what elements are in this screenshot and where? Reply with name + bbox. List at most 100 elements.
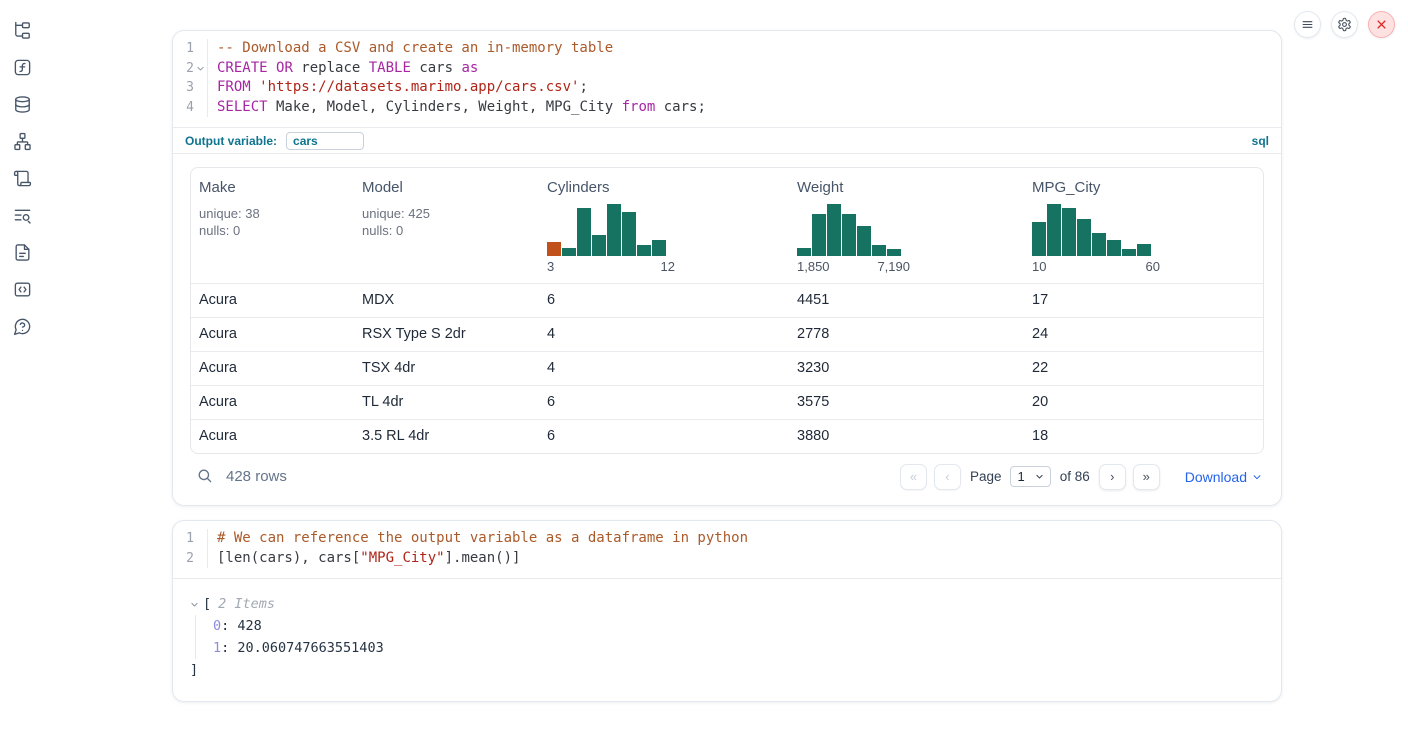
pagination-controls: « ‹ Page 1 of 86 › » Download <box>900 464 1262 490</box>
function-icon <box>13 58 32 77</box>
table-row[interactable]: Acura3.5 RL 4dr6388018 <box>191 419 1263 453</box>
code-line[interactable]: 1 -- Download a CSV and create an in-mem… <box>173 39 1281 59</box>
table-cell: 2778 <box>789 318 1024 351</box>
line-number: 4 <box>173 98 207 118</box>
table-cell: RSX Type S 2dr <box>354 318 539 351</box>
histogram-bar <box>827 204 841 256</box>
column-header-make[interactable]: Makeunique: 38nulls: 0 <box>191 179 354 274</box>
list-item: 0: 428 <box>213 615 1281 637</box>
scroll-icon <box>13 169 32 188</box>
code-line[interactable]: 3 FROM 'https://datasets.marimo.app/cars… <box>173 78 1281 98</box>
search-icon[interactable] <box>195 467 215 487</box>
table-cell: 4 <box>539 352 789 385</box>
row-count-label: 428 rows <box>226 468 287 485</box>
line-number: 3 <box>173 78 207 98</box>
column-title: MPG_City <box>1032 179 1100 196</box>
histogram-axis: 1,8507,190 <box>797 259 910 274</box>
sidebar-item-snippets[interactable] <box>12 280 32 300</box>
table-cell: Acura <box>191 420 354 453</box>
code-line[interactable]: 2 [len(cars), cars["MPG_City"].mean()] <box>173 549 1281 569</box>
page-total-label: of 86 <box>1060 469 1090 484</box>
column-header-weight[interactable]: Weight 1,8507,190 <box>789 179 1024 274</box>
table-row[interactable]: AcuraMDX6445117 <box>191 283 1263 317</box>
table-row[interactable]: AcuraTSX 4dr4323022 <box>191 351 1263 385</box>
close-button[interactable] <box>1368 11 1395 38</box>
close-icon <box>1374 17 1389 32</box>
column-title: Make <box>199 179 236 196</box>
cars-data-table: Makeunique: 38nulls: 0 Modelunique: 425n… <box>190 167 1264 454</box>
python-code-editor[interactable]: 1 # We can reference the output variable… <box>173 521 1281 578</box>
page-label: Page <box>970 469 1002 484</box>
histogram-bar <box>652 240 666 256</box>
code-box-icon <box>13 280 32 299</box>
column-header-mpg_city[interactable]: MPG_City 1060 <box>1024 179 1263 274</box>
sidebar-item-dependencies[interactable] <box>12 132 32 152</box>
table-header-row: Makeunique: 38nulls: 0 Modelunique: 425n… <box>191 168 1263 283</box>
sidebar-item-help[interactable] <box>12 317 32 337</box>
table-cell: MDX <box>354 284 539 317</box>
first-page-button[interactable]: « <box>900 464 927 490</box>
table-row[interactable]: AcuraTL 4dr6357520 <box>191 385 1263 419</box>
column-histogram[interactable] <box>547 204 666 256</box>
code-line[interactable]: 4 SELECT Make, Model, Cylinders, Weight,… <box>173 98 1281 118</box>
histogram-bar <box>887 249 901 256</box>
menu-button[interactable] <box>1294 11 1321 38</box>
histogram-bar <box>607 204 621 256</box>
column-histogram[interactable] <box>797 204 901 256</box>
histogram-bar <box>577 208 591 256</box>
table-cell: Acura <box>191 318 354 351</box>
next-page-button[interactable]: › <box>1099 464 1126 490</box>
sidebar-item-variables[interactable] <box>12 58 32 78</box>
list-search-icon <box>13 206 32 225</box>
table-row[interactable]: AcuraRSX Type S 2dr4277824 <box>191 317 1263 351</box>
chevron-down-icon <box>1252 472 1262 482</box>
notebook-actions-toolbar <box>1294 11 1395 38</box>
python-cell: 1 # We can reference the output variable… <box>172 520 1282 702</box>
line-number: 2 <box>173 549 207 569</box>
column-title: Cylinders <box>547 179 610 196</box>
database-icon <box>13 95 32 114</box>
output-variable-row: Output variable: sql <box>173 127 1281 154</box>
histogram-bar <box>637 245 651 256</box>
histogram-bar <box>842 214 856 256</box>
histogram-bar <box>1107 240 1121 256</box>
histogram-bar <box>562 248 576 256</box>
download-button[interactable]: Download <box>1185 469 1262 485</box>
help-icon <box>13 317 32 336</box>
table-cell: Acura <box>191 284 354 317</box>
histogram-axis: 312 <box>547 259 675 274</box>
sidebar-item-logs[interactable] <box>12 206 32 226</box>
settings-button[interactable] <box>1331 11 1358 38</box>
histogram-bar <box>622 212 636 256</box>
language-badge-sql[interactable]: sql <box>1252 134 1269 148</box>
table-cell: Acura <box>191 386 354 419</box>
sql-code-editor[interactable]: 1 -- Download a CSV and create an in-mem… <box>173 31 1281 127</box>
table-cell: TSX 4dr <box>354 352 539 385</box>
histogram-bar <box>1077 219 1091 256</box>
page-number-select[interactable]: 1 <box>1010 466 1050 487</box>
code-line[interactable]: 2 CREATE OR replace TABLE cars as <box>173 59 1281 79</box>
column-header-model[interactable]: Modelunique: 425nulls: 0 <box>354 179 539 274</box>
sidebar-item-scratchpad[interactable] <box>12 169 32 189</box>
histogram-bar <box>1032 222 1046 256</box>
output-variable-input[interactable] <box>286 132 364 150</box>
table-cell: 4 <box>539 318 789 351</box>
column-histogram[interactable] <box>1032 204 1151 256</box>
sidebar-item-file-explorer[interactable] <box>12 21 32 41</box>
column-header-cylinders[interactable]: Cylinders 312 <box>539 179 789 274</box>
list-output-tree: [ 2 Items 0: 428 1: 20.060747663551403 ] <box>173 579 1281 701</box>
histogram-bar <box>872 245 886 256</box>
tree-collapse-icon[interactable] <box>190 600 199 609</box>
sql-cell: 1 -- Download a CSV and create an in-mem… <box>172 30 1282 506</box>
sidebar-item-data-sources[interactable] <box>12 95 32 115</box>
line-number: 1 <box>173 39 207 59</box>
file-tree-icon <box>13 21 32 40</box>
table-cell: Acura <box>191 352 354 385</box>
gear-icon <box>1337 17 1352 32</box>
table-cell: 3230 <box>789 352 1024 385</box>
fold-chevron-icon[interactable] <box>196 64 205 73</box>
code-line[interactable]: 1 # We can reference the output variable… <box>173 529 1281 549</box>
last-page-button[interactable]: » <box>1133 464 1160 490</box>
prev-page-button[interactable]: ‹ <box>934 464 961 490</box>
sidebar-item-documentation[interactable] <box>12 243 32 263</box>
